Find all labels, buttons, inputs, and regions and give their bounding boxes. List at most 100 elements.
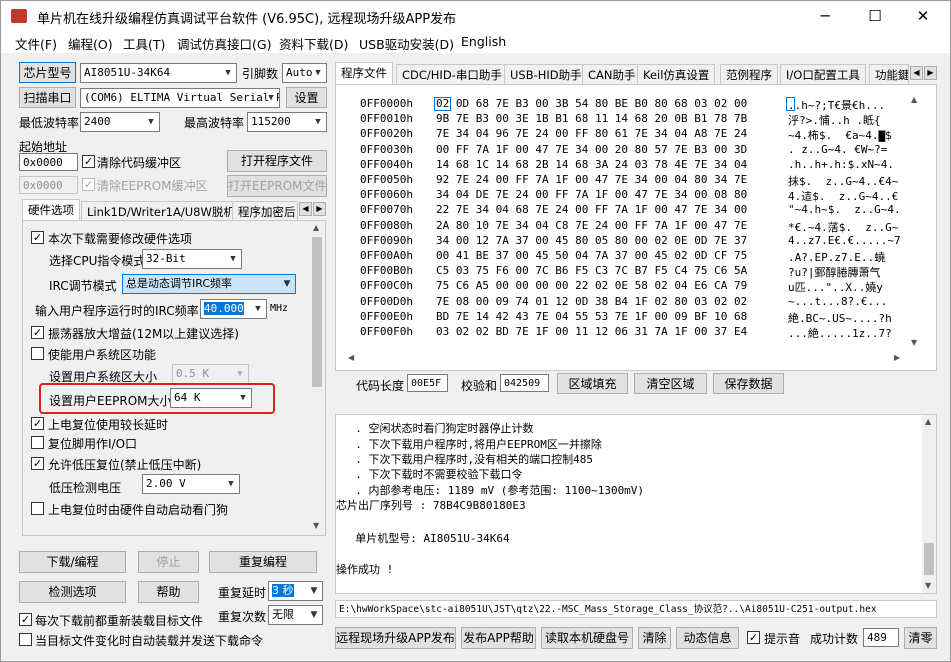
stop-button[interactable]: 停止	[138, 551, 199, 573]
tab-encryption[interactable]: 程序加密后	[232, 201, 298, 221]
publish-app-button[interactable]: 远程现场升级APP发布	[335, 627, 456, 649]
hex-bytes[interactable]: 34 00 12 7A 37 00 45 80 05 80 00 02 0E 0…	[436, 234, 747, 247]
check-options-button[interactable]: 检测选项	[19, 581, 126, 603]
hex-bytes[interactable]: 34 04 DE 7E 24 00 FF 7A 1F 00 47 7E 34 0…	[436, 188, 747, 201]
repeat-delay-select[interactable]: 3 秒 ▼	[268, 581, 323, 601]
hex-grid[interactable]: 0FF0000h 02 0D 68 7E B3 00 3B 54 80 BE B0…	[336, 85, 924, 357]
max-baud-select[interactable]: 115200 ▼	[247, 112, 327, 132]
modify-hw-checkbox[interactable]: ✓	[31, 231, 44, 244]
sys-area-size-select[interactable]: 0.5 K ▼	[172, 364, 249, 384]
irc-mode-select[interactable]: 总是动态调节IRC频率 ▼	[122, 274, 296, 294]
hex-bytes[interactable]: 22 7E 34 04 68 7E 24 00 FF 7A 1F 00 47 7…	[436, 203, 747, 216]
irc-freq-input[interactable]: 40.000 ▼	[200, 299, 267, 319]
com-port-select[interactable]: (COM6) ELTIMA Virtual Serial P ▼	[80, 88, 280, 108]
clear-log-button[interactable]: 清除	[638, 627, 671, 649]
hex-vscroll[interactable]: ▲ ▼	[908, 95, 922, 350]
hex-ascii[interactable]: 泘?>.悑..h .眡{	[788, 112, 881, 128]
hex-bytes[interactable]: 00 41 BE 37 00 45 50 04 7A 37 00 45 02 0…	[436, 249, 747, 262]
menu-file[interactable]: 文件(F)	[15, 34, 57, 53]
hex-ascii[interactable]: ~...t...8?.€...	[788, 295, 887, 308]
open-program-button[interactable]: 打开程序文件	[227, 150, 327, 172]
hex-ascii[interactable]: .h..h+.h:$.xN~4.	[788, 158, 894, 171]
wdt-checkbox[interactable]	[31, 502, 44, 515]
reprogram-button[interactable]: 重复编程	[209, 551, 317, 573]
rtab-scroll-right-icon[interactable]: ▶	[924, 66, 937, 80]
tab-io-config[interactable]: I/O口配置工具	[780, 64, 866, 84]
hex-bytes[interactable]: 03 02 02 BD 7E 1F 00 11 12 06 31 7A 1F 0…	[436, 325, 747, 338]
sys-area-checkbox[interactable]	[31, 347, 44, 360]
tab-keil-sim[interactable]: Keil仿真设置	[637, 64, 716, 84]
scroll-thumb[interactable]	[924, 543, 934, 575]
scroll-left-icon[interactable]: ◀	[348, 353, 354, 362]
close-button[interactable]: ✕	[906, 5, 940, 27]
menu-debug[interactable]: 调试仿真接口(G)	[177, 34, 271, 53]
menu-english[interactable]: English	[461, 34, 506, 49]
download-program-button[interactable]: 下载/编程	[19, 551, 126, 573]
hex-bytes[interactable]: BD 7E 14 42 43 7E 04 55 53 7E 1F 00 09 B…	[436, 310, 747, 323]
scroll-up-icon[interactable]: ▲	[925, 417, 931, 426]
beep-checkbox[interactable]: ✓	[747, 631, 760, 644]
hex-hscroll[interactable]: ◀ ▶	[346, 353, 906, 365]
tab-cdc-hid-serial[interactable]: CDC/HID-串口助手	[396, 64, 508, 84]
tab-scroll-left-icon[interactable]: ◀	[299, 202, 312, 216]
menu-program[interactable]: 编程(O)	[68, 34, 113, 53]
scan-port-button[interactable]: 扫描串口	[19, 87, 76, 108]
lvr-checkbox[interactable]: ✓	[31, 457, 44, 470]
hex-ascii[interactable]: u匹..."..X..嬈y	[788, 279, 883, 295]
code-start-input[interactable]: 0x0000	[19, 153, 78, 171]
hex-bytes[interactable]: 92 7E 24 00 FF 7A 1F 00 47 7E 34 00 04 8…	[436, 173, 747, 186]
hex-bytes[interactable]: 7E 08 00 09 74 01 12 0D 38 B4 1F 02 80 0…	[436, 295, 747, 308]
help-button[interactable]: 帮助	[138, 581, 199, 603]
dynamic-info-button[interactable]: 动态信息	[676, 627, 739, 649]
tab-usb-hid[interactable]: USB-HID助手	[504, 64, 588, 84]
tab-link1d[interactable]: Link1D/Writer1A/U8W脱机	[81, 201, 241, 221]
options-scrollbar[interactable]: ▲ ▼	[310, 221, 324, 535]
scroll-thumb[interactable]	[312, 237, 322, 387]
settings-button[interactable]: 设置	[286, 87, 327, 108]
hex-bytes[interactable]: 2A 80 10 7E 34 04 C8 7E 24 00 FF 7A 1F 0…	[436, 219, 747, 232]
hex-bytes[interactable]: 00 FF 7A 1F 00 47 7E 34 00 20 80 57 7E B…	[436, 143, 747, 156]
tab-functions[interactable]: 功能鍵	[869, 64, 909, 84]
tab-examples[interactable]: 范例程序	[720, 64, 778, 84]
hex-ascii[interactable]: 4.迼$. z..G~4..€	[788, 188, 898, 204]
clear-code-checkbox[interactable]: ✓	[82, 155, 95, 168]
hex-ascii[interactable]: .A?.EP.z7.E..蟯	[788, 249, 885, 265]
scroll-up-icon[interactable]: ▲	[313, 223, 319, 232]
scroll-down-icon[interactable]: ▼	[925, 581, 931, 590]
lvd-select[interactable]: 2.00 V ▼	[142, 474, 240, 494]
eeprom-size-select[interactable]: 64 K ▼	[170, 388, 252, 408]
hex-bytes[interactable]: 75 C6 A5 00 00 00 00 22 02 0E 58 02 04 E…	[436, 279, 747, 292]
save-data-button[interactable]: 保存数据	[713, 373, 784, 394]
read-disk-id-button[interactable]: 读取本机硬盘号	[541, 627, 633, 649]
menu-tools[interactable]: 工具(T)	[123, 34, 165, 53]
hex-ascii[interactable]: ~4.柨$. €a~4.▇$	[788, 127, 892, 143]
reset-count-button[interactable]: 清零	[904, 627, 937, 649]
hex-ascii[interactable]: "~4.h~$. z..G~4.	[788, 203, 901, 216]
tab-hardware-options[interactable]: 硬件选项	[22, 199, 80, 221]
publish-help-button[interactable]: 发布APP帮助	[461, 627, 536, 649]
hex-bytes[interactable]: 02 0D 68 7E B3 00 3B 54 80 BE B0 80 68 0…	[436, 97, 747, 110]
log-scrollbar[interactable]: ▲ ▼	[922, 415, 936, 593]
hex-ascii[interactable]: . z..G~4. €W~?=	[788, 143, 887, 156]
hex-ascii[interactable]: ..h~?;T€景€h...	[788, 97, 885, 113]
open-eeprom-button[interactable]: 打开EEPROM文件	[227, 175, 327, 197]
chip-model-select[interactable]: AI8051U-34K64 ▼	[80, 63, 237, 83]
scroll-down-icon[interactable]: ▼	[911, 338, 917, 347]
hex-ascii[interactable]: 絶.BC~.US~....?h	[788, 310, 892, 326]
reset-io-checkbox[interactable]	[31, 436, 44, 449]
fill-area-button[interactable]: 区域填充	[557, 373, 628, 394]
clear-area-button[interactable]: 清空区域	[634, 373, 707, 394]
osc-gain-checkbox[interactable]: ✓	[31, 326, 44, 339]
hex-bytes[interactable]: 7E 34 04 96 7E 24 00 FF 80 61 7E 34 04 A…	[436, 127, 747, 140]
hex-ascii[interactable]: *€.~4.萿$. z..G~	[788, 219, 898, 235]
hex-bytes[interactable]: 14 68 1C 14 68 2B 14 68 3A 24 03 78 4E 7…	[436, 158, 747, 171]
scroll-down-icon[interactable]: ▼	[313, 521, 319, 530]
minimize-button[interactable]: ─	[808, 5, 842, 27]
tab-can[interactable]: CAN助手	[582, 64, 642, 84]
maximize-button[interactable]: ☐	[858, 5, 892, 27]
menu-usb-driver[interactable]: USB驱动安装(D)	[359, 34, 454, 53]
hex-bytes[interactable]: 9B 7E B3 00 3E 1B B1 68 11 14 68 20 0B B…	[436, 112, 747, 125]
tab-scroll-right-icon[interactable]: ▶	[313, 202, 326, 216]
pin-count-select[interactable]: Auto ▼	[282, 63, 327, 83]
cpu-mode-select[interactable]: 32-Bit ▼	[142, 249, 242, 269]
